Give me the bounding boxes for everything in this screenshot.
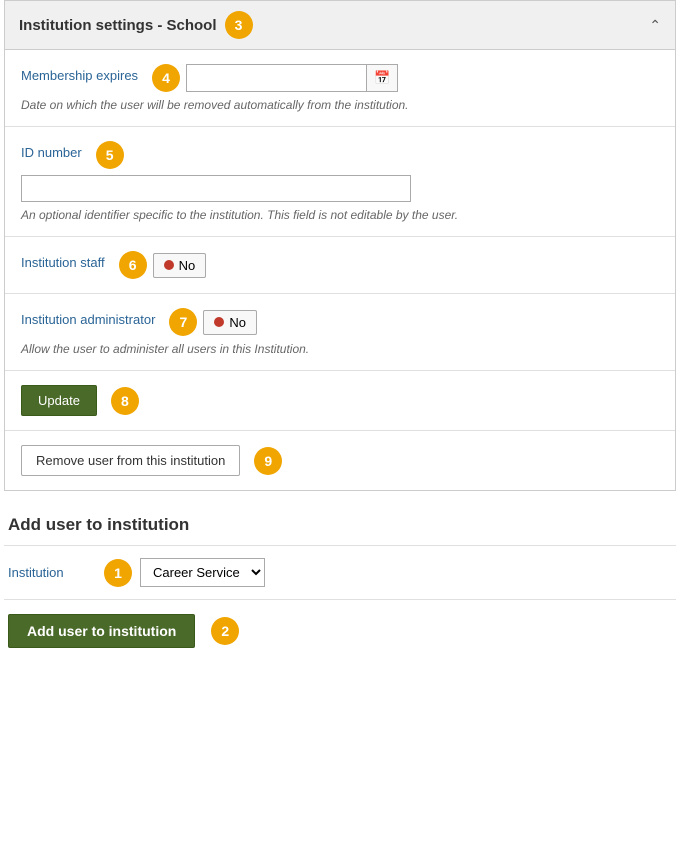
badge-5: 5 (96, 141, 124, 169)
id-number-input[interactable] (21, 175, 411, 202)
institution-staff-row: Institution staff 6 No (5, 237, 675, 294)
panel-title: Institution settings - School 3 (19, 11, 253, 39)
staff-toggle-label: No (179, 258, 196, 273)
admin-toggle-dot (214, 317, 224, 327)
admin-toggle-label: No (229, 315, 246, 330)
panel-header: Institution settings - School 3 ⌃ (5, 1, 675, 50)
badge-9: 9 (254, 447, 282, 475)
institution-label: Institution (8, 565, 88, 580)
badge-1: 1 (104, 559, 132, 587)
badge-8: 8 (111, 387, 139, 415)
remove-row: Remove user from this institution 9 (5, 431, 675, 490)
membership-hint: Date on which the user will be removed a… (21, 98, 659, 112)
institution-admin-row: Institution administrator 7 No Allow the… (5, 294, 675, 371)
remove-button[interactable]: Remove user from this institution (21, 445, 240, 476)
add-button-row: Add user to institution 2 (4, 600, 676, 662)
panel-title-text: Institution settings - School (19, 17, 217, 34)
add-user-title: Add user to institution (4, 507, 676, 545)
id-number-label: ID number (21, 145, 82, 160)
update-row: Update 8 (5, 371, 675, 431)
badge-6: 6 (119, 251, 147, 279)
badge-7: 7 (169, 308, 197, 336)
update-button[interactable]: Update (21, 385, 97, 416)
add-user-section: Add user to institution Institution 1 Ca… (0, 503, 680, 662)
institution-settings-panel: Institution settings - School 3 ⌃ Member… (4, 0, 676, 491)
add-user-to-institution-button[interactable]: Add user to institution (8, 614, 195, 648)
badge-2: 2 (211, 617, 239, 645)
panel-body: Membership expires 4 📅 Date on which the… (5, 50, 675, 490)
institution-select-row: Institution 1 Career Service School Othe… (4, 545, 676, 600)
id-number-row: ID number 5 An optional identifier speci… (5, 127, 675, 237)
staff-toggle-dot (164, 260, 174, 270)
admin-hint: Allow the user to administer all users i… (21, 342, 659, 356)
membership-expires-row: Membership expires 4 📅 Date on which the… (5, 50, 675, 127)
institution-admin-label: Institution administrator (21, 312, 155, 327)
membership-expires-label: Membership expires (21, 68, 138, 83)
membership-expires-input[interactable] (186, 64, 366, 92)
id-number-hint: An optional identifier specific to the i… (21, 208, 659, 222)
collapse-icon[interactable]: ⌃ (649, 17, 661, 34)
membership-input-group: 📅 (186, 64, 398, 92)
institution-staff-label: Institution staff (21, 255, 105, 270)
badge-4: 4 (152, 64, 180, 92)
calendar-button[interactable]: 📅 (366, 64, 398, 92)
institution-dropdown[interactable]: Career Service School Other (140, 558, 265, 587)
badge-3: 3 (225, 11, 253, 39)
institution-admin-toggle[interactable]: No (203, 310, 257, 335)
institution-staff-toggle[interactable]: No (153, 253, 207, 278)
